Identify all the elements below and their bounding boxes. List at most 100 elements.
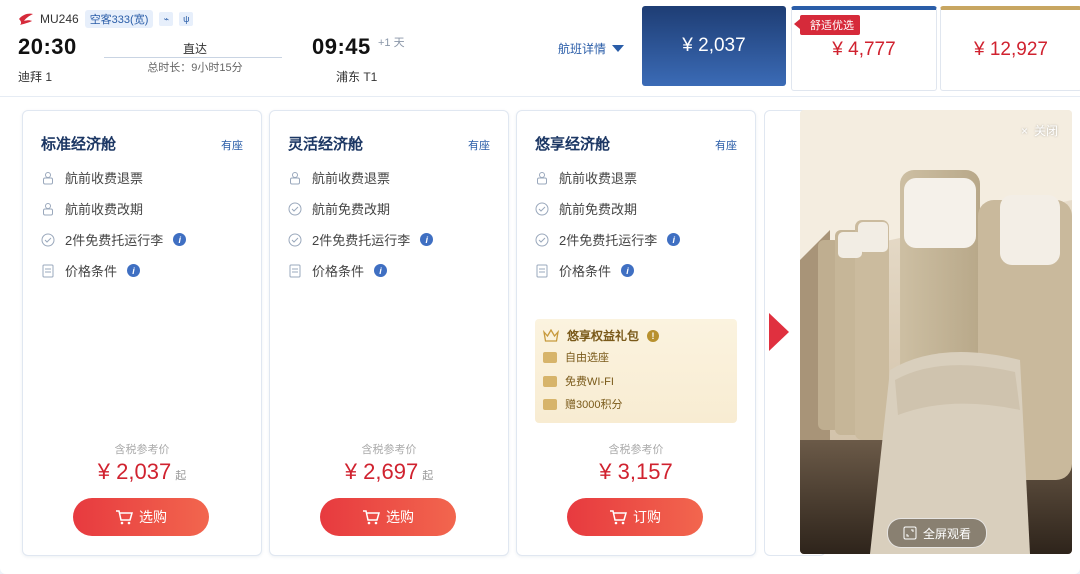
fare-title: 标准经济舱 <box>41 136 117 153</box>
benefit-item: 赠3000积分 <box>543 396 622 412</box>
tax-included-label: 含税参考价 <box>114 444 170 456</box>
wifi-icon: ⌁ <box>159 12 174 26</box>
fare-rule-row: 2件免费托运行李 i <box>288 230 434 249</box>
pointer-arrow-icon <box>769 313 789 351</box>
fare-rule-text: 2件免费托运行李 <box>65 233 164 248</box>
check-circle-icon <box>288 233 302 247</box>
benefit-package: 悠享权益礼包 ! 自由选座 免费WI-FI 赠3000积分 <box>535 319 737 423</box>
points-icon <box>543 398 557 410</box>
flight-summary: MU246 空客333(宽) ⌁ ψ 20:30 迪拜 1 直达 总时长：9小时… <box>0 0 1080 97</box>
refund-fee-icon <box>535 171 549 185</box>
benefit-item: 免费WI-FI <box>543 373 614 389</box>
fare-rule-row: 航前收费退票 <box>535 168 637 187</box>
refund-fee-icon <box>288 171 302 185</box>
fare-card-standard: 标准经济舱 有座 航前收费退票 航前收费改期 2件免费托运行李 i 价格条件 i… <box>22 110 262 556</box>
benefit-item-label: 免费WI-FI <box>565 376 614 388</box>
fare-price: ¥ 2,037 起 <box>23 459 261 485</box>
benefit-package-label: 悠享权益礼包 <box>567 329 640 343</box>
cart-icon <box>610 510 627 525</box>
select-button-label: 选购 <box>386 509 414 525</box>
fare-rule-row: 2件免费托运行李 i <box>41 230 187 249</box>
select-button-label: 选购 <box>139 509 167 525</box>
depart-airport: 迪拜 1 <box>18 70 53 84</box>
book-button-label: 订购 <box>633 509 661 525</box>
flight-number: MU246 <box>40 12 79 26</box>
fullscreen-button[interactable]: 全屏观看 <box>887 518 987 548</box>
fullscreen-icon <box>903 526 917 540</box>
flight-details-link[interactable]: 航班详情 <box>558 40 625 57</box>
seat-availability: 有座 <box>468 140 490 152</box>
airline-logo-icon <box>19 13 33 25</box>
crown-icon <box>543 329 559 342</box>
fare-rule-row: 2件免费托运行李 i <box>535 230 681 249</box>
benefit-item-label: 赠3000积分 <box>565 399 623 411</box>
close-label: 关闭 <box>1033 124 1058 138</box>
chevron-down-icon <box>612 45 625 52</box>
check-circle-icon <box>288 202 302 216</box>
book-button[interactable]: 订购 <box>567 498 703 536</box>
fare-rule-row: 航前收费退票 <box>41 168 143 187</box>
plus-day: +1 天 <box>378 37 405 49</box>
price-tab-value: ¥ 4,777 <box>832 39 896 60</box>
info-icon[interactable]: i <box>621 264 635 277</box>
document-icon <box>41 264 55 278</box>
cabin-seat-photo <box>800 110 1072 554</box>
fare-rule-row: 航前免费改期 <box>288 199 390 218</box>
price-tab-economy[interactable]: ¥ 2,037 <box>642 6 786 86</box>
warning-icon[interactable]: ! <box>647 329 660 342</box>
fare-card-comfort: 悠享经济舱 有座 航前收费退票 航前免费改期 2件免费托运行李 i 价格条件 i… <box>516 110 756 556</box>
price-tab-value: ¥ 12,927 <box>974 39 1048 60</box>
select-button[interactable]: 选购 <box>320 498 456 536</box>
meal-icon: ψ <box>179 12 194 26</box>
direct-label: 直达 <box>182 42 207 56</box>
fare-rule-row: 航前收费退票 <box>288 168 390 187</box>
fare-title: 灵活经济舱 <box>288 136 364 153</box>
info-icon[interactable]: i <box>667 233 681 246</box>
depart-time: 20:30 <box>18 34 77 59</box>
info-icon[interactable]: i <box>173 233 187 246</box>
seat-select-icon <box>543 351 557 363</box>
check-circle-icon <box>535 202 549 216</box>
change-fee-icon <box>41 202 55 216</box>
fare-title: 悠享经济舱 <box>535 136 611 153</box>
info-icon[interactable]: i <box>127 264 141 277</box>
cabin-photo-viewer: × 关闭 全屏观看 <box>800 110 1072 554</box>
fare-rule-text: 2件免费托运行李 <box>559 233 658 248</box>
fare-rule-text: 航前收费改期 <box>65 202 144 217</box>
select-button[interactable]: 选购 <box>73 498 209 536</box>
fare-rule-row: 价格条件 i <box>288 261 388 280</box>
seat-availability: 有座 <box>221 140 243 152</box>
fare-rule-text[interactable]: 价格条件 <box>65 261 117 280</box>
refund-fee-icon <box>41 171 55 185</box>
benefit-item: 自由选座 <box>543 349 609 365</box>
info-icon[interactable]: i <box>374 264 388 277</box>
fare-rule-text: 航前收费退票 <box>312 171 391 186</box>
info-icon[interactable]: i <box>420 233 434 246</box>
fare-rule-row: 价格条件 i <box>535 261 635 280</box>
price-tab-business[interactable]: ¥ 12,927 <box>940 6 1080 91</box>
fare-rule-row: 航前免费改期 <box>535 199 637 218</box>
aircraft-tag[interactable]: 空客333(宽) <box>84 10 154 28</box>
check-circle-icon <box>535 233 549 247</box>
benefit-item-label: 自由选座 <box>565 352 609 364</box>
fare-card-flexible: 灵活经济舱 有座 航前收费退票 航前免费改期 2件免费托运行李 i 价格条件 i… <box>269 110 509 556</box>
benefit-package-title: 悠享权益礼包 ! <box>543 327 660 344</box>
fare-rule-text[interactable]: 价格条件 <box>312 261 364 280</box>
fare-price-value: ¥ 2,037 <box>97 459 172 484</box>
fare-rule-text: 2件免费托运行李 <box>312 233 411 248</box>
fare-rule-text: 航前收费退票 <box>559 171 638 186</box>
tax-included-label: 含税参考价 <box>361 444 417 456</box>
duration-label: 总时长：9小时15分 <box>147 62 243 74</box>
fare-rule-text: 航前收费退票 <box>65 171 144 186</box>
wifi-icon <box>543 375 557 387</box>
close-button[interactable]: × 关闭 <box>1021 122 1058 139</box>
cart-icon <box>363 510 380 525</box>
price-from-suffix: 起 <box>175 470 187 482</box>
fare-price: ¥ 3,157 <box>517 459 755 485</box>
fare-rule-text[interactable]: 价格条件 <box>559 261 611 280</box>
document-icon <box>535 264 549 278</box>
airline-info: MU246 空客333(宽) ⌁ ψ <box>18 10 194 28</box>
flight-result-panel: MU246 空客333(宽) ⌁ ψ 20:30 迪拜 1 直达 总时长：9小时… <box>0 0 1080 574</box>
cart-icon <box>116 510 133 525</box>
arrive-airport: 浦东 T1 <box>336 70 378 84</box>
